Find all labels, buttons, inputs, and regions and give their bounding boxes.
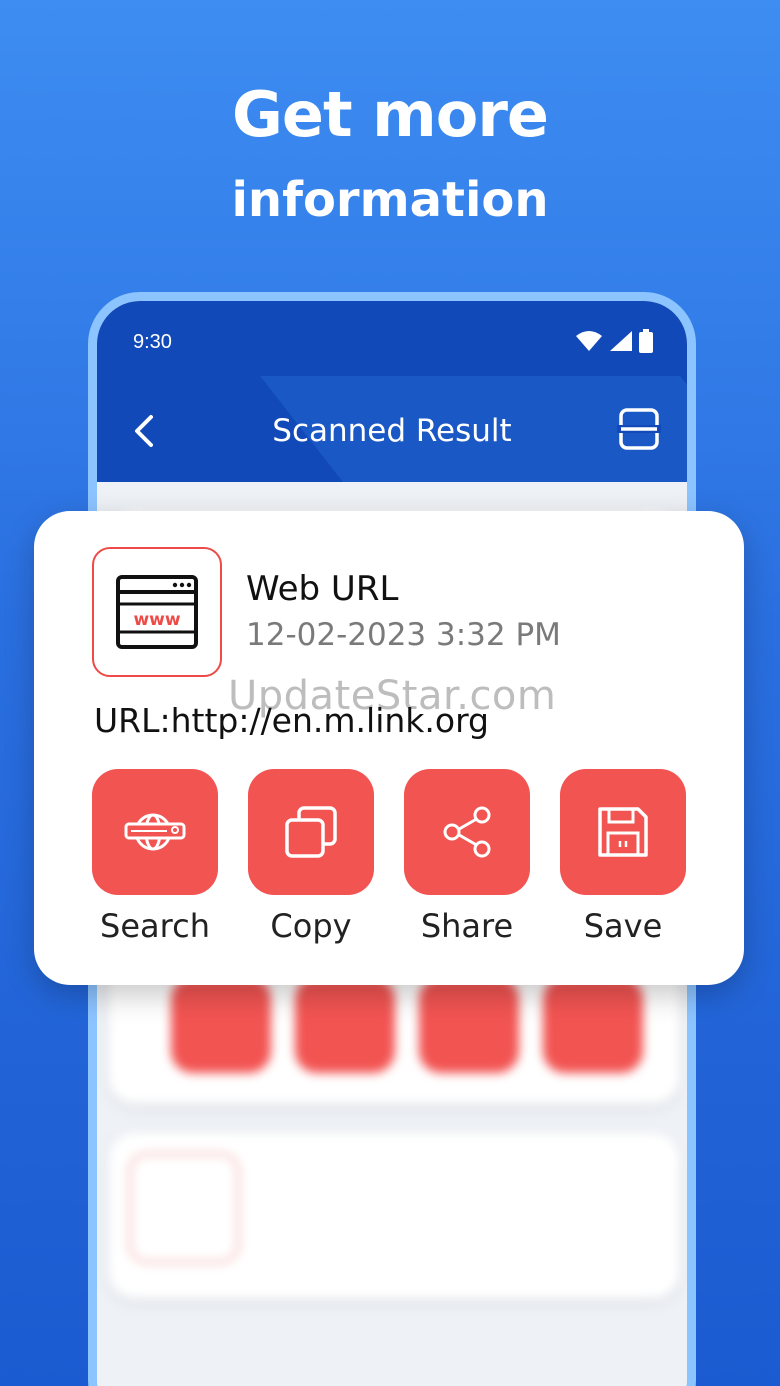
save-button-label: Save bbox=[583, 907, 663, 945]
app-header: 9:30 Scanned Result bbox=[97, 301, 687, 482]
share-icon bbox=[443, 806, 491, 858]
copy-button-label: Copy bbox=[270, 907, 352, 945]
wifi-icon bbox=[576, 331, 602, 351]
save-button[interactable]: Save bbox=[560, 769, 686, 945]
page-title: Scanned Result bbox=[272, 413, 512, 449]
share-button[interactable]: Share bbox=[404, 769, 530, 945]
headline-line-1: Get more bbox=[232, 78, 549, 151]
floppy-save-icon bbox=[598, 807, 648, 857]
search-button[interactable]: Search bbox=[92, 769, 218, 945]
list-item bbox=[109, 1133, 679, 1298]
result-card: www Web URL 12-02-2023 3:32 PM UpdateSta… bbox=[34, 511, 744, 985]
globe-search-icon bbox=[124, 813, 186, 851]
scan-frame-icon[interactable] bbox=[617, 407, 661, 451]
battery-icon bbox=[639, 329, 653, 353]
share-button-label: Share bbox=[420, 907, 514, 945]
web-browser-www-icon: www bbox=[92, 547, 222, 677]
status-time: 9:30 bbox=[133, 331, 172, 353]
status-icons bbox=[575, 329, 653, 353]
search-button-label: Search bbox=[100, 907, 210, 945]
copy-icon bbox=[285, 806, 337, 858]
signal-icon bbox=[610, 331, 632, 351]
headline-line-2: information bbox=[231, 172, 549, 228]
result-url[interactable]: URL:http://en.m.link.org bbox=[94, 701, 489, 740]
result-type-title: Web URL bbox=[246, 569, 399, 609]
result-date: 12-02-2023 3:32 PM bbox=[246, 617, 561, 653]
svg-text:www: www bbox=[133, 610, 180, 630]
copy-button[interactable]: Copy bbox=[248, 769, 374, 945]
